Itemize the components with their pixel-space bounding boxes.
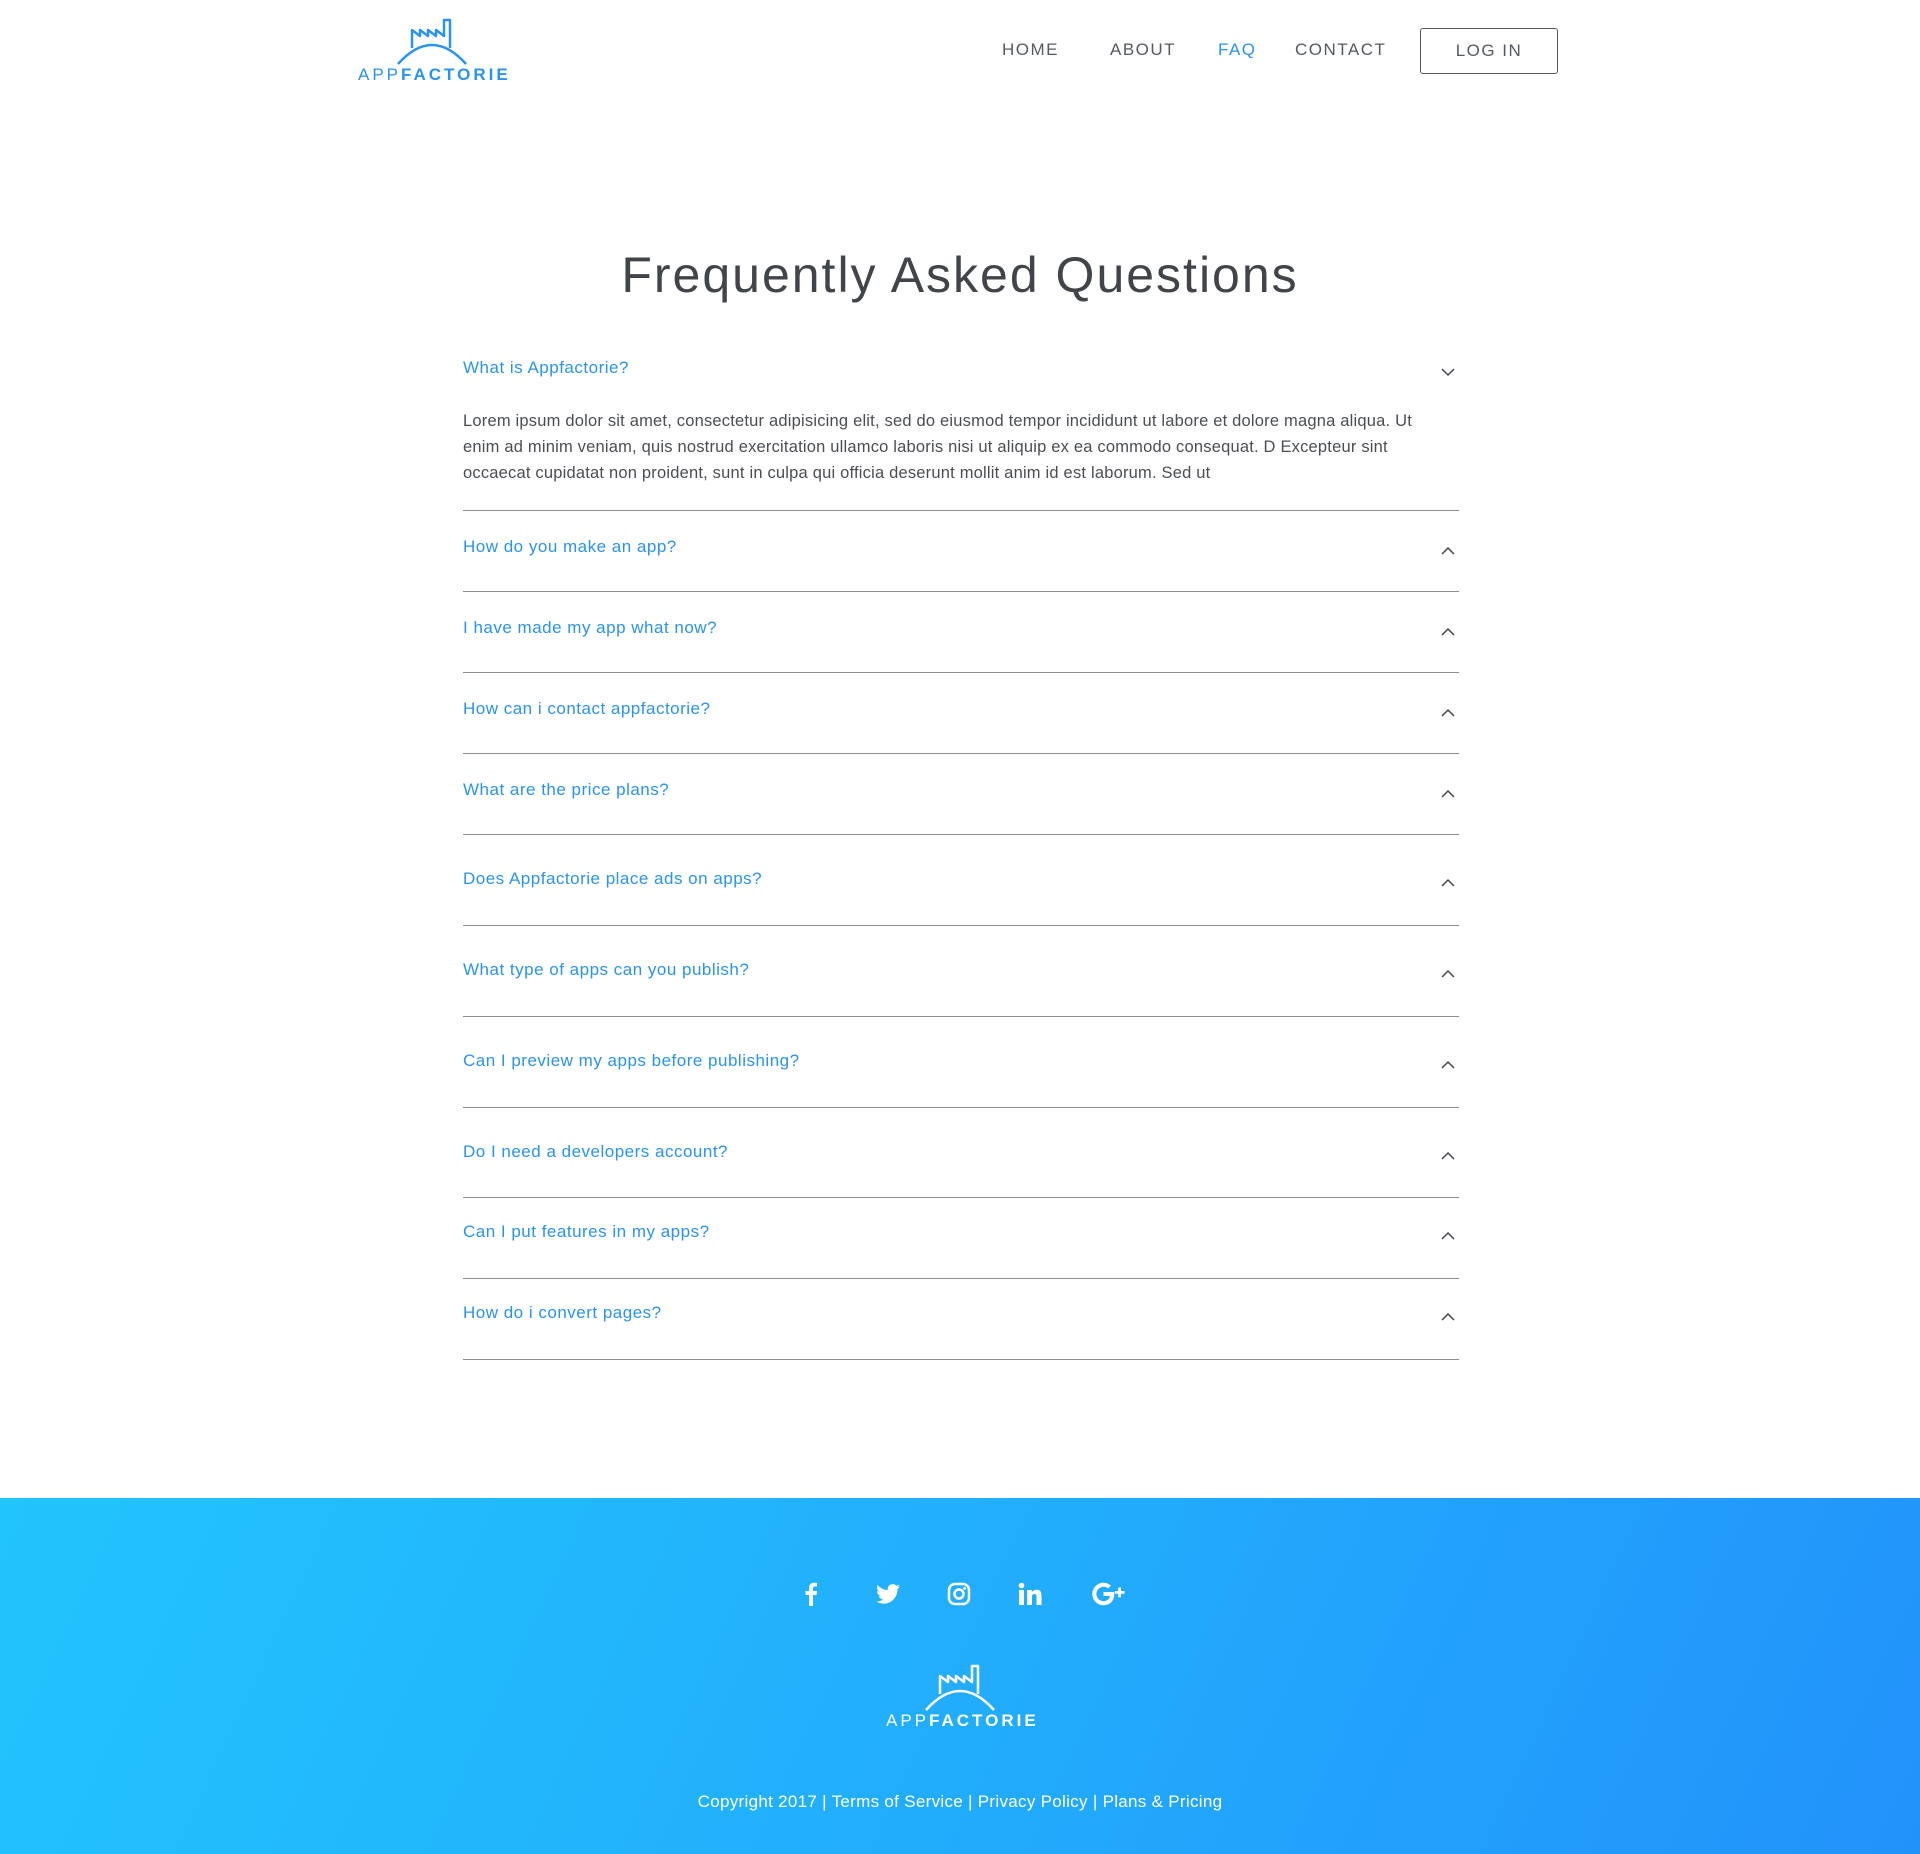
chevron-up-icon[interactable] [1441,1231,1455,1241]
site-header: APPFACTORIE HOME ABOUT FAQ CONTACT LOG I… [0,0,1920,110]
separator: | [968,1792,973,1811]
nav-home[interactable]: HOME [1002,40,1059,60]
plans-link[interactable]: Plans & Pricing [1103,1792,1223,1811]
faq-question[interactable]: I have made my app what now? [463,618,717,638]
brand-wordmark: APPFACTORIE [358,65,511,84]
chevron-up-icon[interactable] [1441,708,1455,718]
site-footer: APPFACTORIE Copyright 2017 | Terms of Se… [0,1498,1920,1854]
faq-item[interactable]: What is Appfactorie? Lorem ipsum dolor s… [463,330,1459,511]
twitter-icon[interactable] [870,1576,906,1612]
chevron-up-icon[interactable] [1441,1151,1455,1161]
separator: | [1092,1792,1098,1811]
nav-contact[interactable]: CONTACT [1295,40,1386,60]
faq-question[interactable]: What type of apps can you publish? [463,960,749,980]
google-plus-icon[interactable] [1090,1576,1130,1612]
page-title: Frequently Asked Questions [621,247,1299,303]
separator: | [822,1792,827,1811]
faq-item[interactable]: Do I need a developers account? [463,1108,1459,1198]
nav-about[interactable]: ABOUT [1110,40,1176,60]
nav-faq[interactable]: FAQ [1218,40,1257,60]
chevron-up-icon[interactable] [1441,1312,1455,1322]
copyright-text: Copyright 2017 [697,1792,818,1811]
factory-logo-icon [397,18,467,65]
footer-logo[interactable]: APPFACTORIE [886,1662,1036,1732]
faq-question[interactable]: How do i convert pages? [463,1303,662,1323]
faq-item[interactable]: How can i contact appfactorie? [463,673,1459,754]
faq-item[interactable]: Can I put features in my apps? [463,1198,1459,1279]
faq-item[interactable]: I have made my app what now? [463,592,1459,673]
brand-wordmark: APPFACTORIE [886,1711,1039,1730]
chevron-down-icon[interactable] [1441,367,1455,377]
chevron-up-icon[interactable] [1441,546,1455,556]
footer-links: Copyright 2017 | Terms of Service | Priv… [0,1792,1920,1812]
facebook-icon[interactable] [793,1576,829,1612]
chevron-up-icon[interactable] [1441,627,1455,637]
faq-item[interactable]: Does Appfactorie place ads on apps? [463,835,1459,926]
faq-question[interactable]: What is Appfactorie? [463,358,629,378]
factory-logo-icon [925,1664,995,1711]
chevron-up-icon[interactable] [1441,878,1455,888]
faq-question[interactable]: Can I preview my apps before publishing? [463,1051,800,1071]
faq-question[interactable]: Does Appfactorie place ads on apps? [463,869,762,889]
chevron-up-icon[interactable] [1441,1060,1455,1070]
faq-accordion: What is Appfactorie? Lorem ipsum dolor s… [463,330,1459,1360]
chevron-up-icon[interactable] [1441,789,1455,799]
faq-question[interactable]: Do I need a developers account? [463,1142,728,1162]
faq-question[interactable]: How do you make an app? [463,537,677,557]
terms-link[interactable]: Terms of Service [832,1792,963,1811]
privacy-link[interactable]: Privacy Policy [978,1792,1088,1811]
header-logo[interactable]: APPFACTORIE [358,16,508,86]
faq-question[interactable]: Can I put features in my apps? [463,1222,710,1242]
faq-item[interactable]: How do i convert pages? [463,1279,1459,1360]
faq-item[interactable]: How do you make an app? [463,511,1459,592]
faq-question[interactable]: What are the price plans? [463,780,669,800]
instagram-icon[interactable] [941,1576,977,1612]
chevron-up-icon[interactable] [1441,969,1455,979]
faq-item[interactable]: Can I preview my apps before publishing? [463,1017,1459,1108]
faq-question[interactable]: How can i contact appfactorie? [463,699,710,719]
faq-item[interactable]: What are the price plans? [463,754,1459,835]
login-button[interactable]: LOG IN [1420,28,1558,74]
faq-answer: Lorem ipsum dolor sit amet, consectetur … [463,412,1412,482]
linkedin-icon[interactable] [1012,1576,1048,1612]
faq-item[interactable]: What type of apps can you publish? [463,926,1459,1017]
